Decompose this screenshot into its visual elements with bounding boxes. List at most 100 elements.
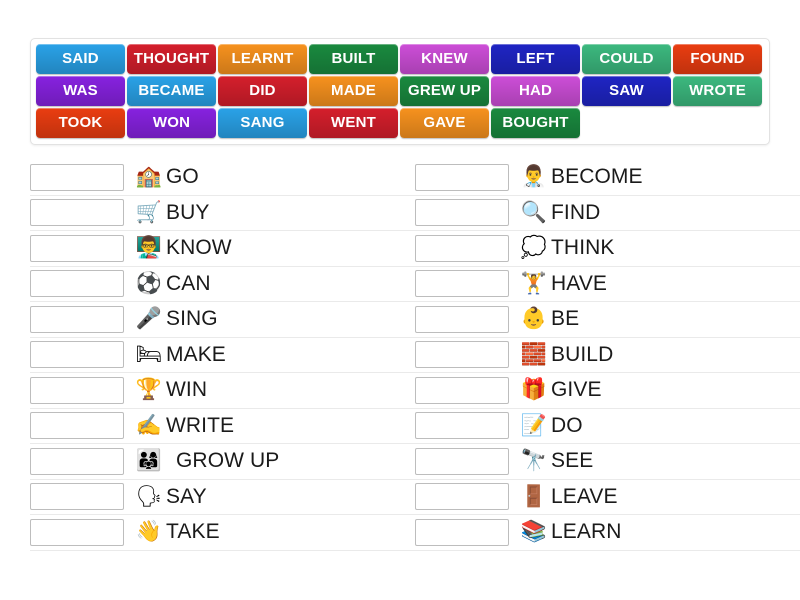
word-tile[interactable]: GAVE bbox=[400, 108, 489, 138]
term-label: BE bbox=[551, 307, 580, 331]
mother-baby-icon: 👶 bbox=[520, 307, 548, 331]
match-row: 🏋 HAVE bbox=[415, 267, 800, 302]
term: 🛒 BUY bbox=[132, 198, 209, 228]
answer-dropbox[interactable] bbox=[415, 376, 509, 404]
match-row: 📚 LEARN bbox=[415, 515, 800, 551]
term: 💭 THINK bbox=[517, 233, 615, 263]
term-label: BUILD bbox=[551, 342, 614, 366]
man-binoculars-icon: 🔭 bbox=[520, 449, 548, 473]
answer-dropbox[interactable] bbox=[415, 270, 509, 298]
match-row: 🔍 FIND bbox=[415, 196, 800, 231]
match-row: 🔭 SEE bbox=[415, 444, 800, 480]
term: 🏫 GO bbox=[132, 162, 199, 192]
term-label: WIN bbox=[166, 378, 208, 402]
hands-giving-gift-photo: 🎁 bbox=[520, 378, 548, 402]
term-label: GROW UP bbox=[176, 449, 280, 473]
face-speaking-icon: 🗣 bbox=[135, 484, 163, 508]
word-tile[interactable]: COULD bbox=[582, 44, 671, 74]
word-tile[interactable]: THOUGHT bbox=[127, 44, 216, 74]
term-label: KNOW bbox=[166, 236, 232, 260]
term-label: MAKE bbox=[166, 342, 226, 366]
term-label: SEE bbox=[551, 449, 594, 473]
term: 🏆 WIN bbox=[132, 375, 207, 405]
answer-dropbox[interactable] bbox=[415, 163, 509, 191]
answer-dropbox[interactable] bbox=[415, 518, 509, 546]
term-label: LEAVE bbox=[551, 484, 618, 508]
children-learning-photo: 📚 bbox=[520, 520, 548, 544]
answer-dropbox[interactable] bbox=[415, 483, 509, 511]
word-tile[interactable]: WROTE bbox=[673, 76, 762, 106]
match-columns: 🏫 GO 🛒 BUY 👨‍🏫 KNOW ⚽ CAN 🎤 SING 🛏 MAKE 🏆 WIN ✍ WRITE 👨‍… bbox=[0, 160, 800, 551]
answer-dropbox[interactable] bbox=[415, 199, 509, 227]
word-tile[interactable]: SAID bbox=[36, 44, 125, 74]
girl-homework-photo: 📝 bbox=[520, 413, 548, 437]
answer-dropbox[interactable] bbox=[30, 199, 124, 227]
word-tile[interactable]: KNEW bbox=[400, 44, 489, 74]
term-label: GO bbox=[166, 165, 199, 189]
answer-dropbox[interactable] bbox=[30, 483, 124, 511]
word-bank-row-2: WAS BECAME DID MADE GREW UP HAD SAW WROTE bbox=[36, 76, 765, 106]
girl-singing-icon: 🎤 bbox=[135, 307, 163, 331]
children-desks-icon: 👨‍🏫 bbox=[135, 236, 163, 260]
term: 🗣 SAY bbox=[132, 482, 207, 512]
making-bed-icon: 🛏 bbox=[135, 342, 163, 366]
term: 👨‍👩‍👧 GROW UP bbox=[132, 446, 279, 476]
word-tile[interactable]: WON bbox=[127, 108, 216, 138]
match-row: 🧱 BUILD bbox=[415, 338, 800, 373]
thinking-face-bubble-icon: 💭 bbox=[520, 236, 548, 260]
word-tile[interactable]: MADE bbox=[309, 76, 398, 106]
term-label: GIVE bbox=[551, 378, 602, 402]
term: 🏋 HAVE bbox=[517, 269, 607, 299]
word-tile[interactable]: BUILT bbox=[309, 44, 398, 74]
word-tile[interactable]: SAW bbox=[582, 76, 671, 106]
word-tile[interactable]: SANG bbox=[218, 108, 307, 138]
hand-writing-photo: ✍ bbox=[135, 413, 163, 437]
term: 👶 BE bbox=[517, 304, 579, 334]
word-tile[interactable]: LEFT bbox=[491, 44, 580, 74]
match-row: 👋 TAKE bbox=[30, 515, 415, 551]
answer-dropbox[interactable] bbox=[415, 447, 509, 475]
person-lifting-icon: 🏋 bbox=[520, 271, 548, 295]
children-soccer-photo: ⚽ bbox=[135, 271, 163, 295]
match-row: 🗣 SAY bbox=[30, 480, 415, 515]
treasure-find-icon: 🔍 bbox=[520, 200, 548, 224]
word-bank: SAID THOUGHT LEARNT BUILT KNEW LEFT COULD FOUND… bbox=[30, 38, 770, 145]
term: 🎤 SING bbox=[132, 304, 218, 334]
term: 📝 DO bbox=[517, 411, 583, 441]
term: 👨‍🏫 KNOW bbox=[132, 233, 232, 263]
word-tile[interactable]: WENT bbox=[309, 108, 398, 138]
answer-dropbox[interactable] bbox=[30, 376, 124, 404]
term-label: SING bbox=[166, 307, 218, 331]
word-tile[interactable]: FOUND bbox=[673, 44, 762, 74]
answer-dropbox[interactable] bbox=[30, 447, 124, 475]
family-growing-icon: 👨‍👩‍👧 bbox=[135, 449, 163, 473]
match-row: 🏫 GO bbox=[30, 160, 415, 196]
word-tile[interactable]: TOOK bbox=[36, 108, 125, 138]
answer-dropbox[interactable] bbox=[30, 270, 124, 298]
answer-dropbox[interactable] bbox=[415, 341, 509, 369]
word-tile[interactable]: GREW UP bbox=[400, 76, 489, 106]
match-row: 🛏 MAKE bbox=[30, 338, 415, 373]
answer-dropbox[interactable] bbox=[30, 412, 124, 440]
answer-dropbox[interactable] bbox=[30, 341, 124, 369]
word-tile[interactable]: BECAME bbox=[127, 76, 216, 106]
answer-dropbox[interactable] bbox=[30, 234, 124, 262]
term-label: TAKE bbox=[166, 520, 220, 544]
answer-dropbox[interactable] bbox=[415, 234, 509, 262]
word-tile[interactable]: WAS bbox=[36, 76, 125, 106]
answer-dropbox[interactable] bbox=[415, 412, 509, 440]
term-label: THINK bbox=[551, 236, 615, 260]
word-tile[interactable]: LEARNT bbox=[218, 44, 307, 74]
term-label: HAVE bbox=[551, 271, 608, 295]
term: 🎁 GIVE bbox=[517, 375, 602, 405]
answer-dropbox[interactable] bbox=[30, 518, 124, 546]
word-tile[interactable]: DID bbox=[218, 76, 307, 106]
answer-dropbox[interactable] bbox=[30, 163, 124, 191]
word-bank-row-1: SAID THOUGHT LEARNT BUILT KNEW LEFT COULD FOUND bbox=[36, 44, 765, 74]
match-row: ✍ WRITE bbox=[30, 409, 415, 444]
answer-dropbox[interactable] bbox=[30, 305, 124, 333]
answer-dropbox[interactable] bbox=[415, 305, 509, 333]
word-tile[interactable]: HAD bbox=[491, 76, 580, 106]
word-tile[interactable]: BOUGHT bbox=[491, 108, 580, 138]
word-bank-row-3: TOOK WON SANG WENT GAVE BOUGHT bbox=[36, 108, 765, 138]
